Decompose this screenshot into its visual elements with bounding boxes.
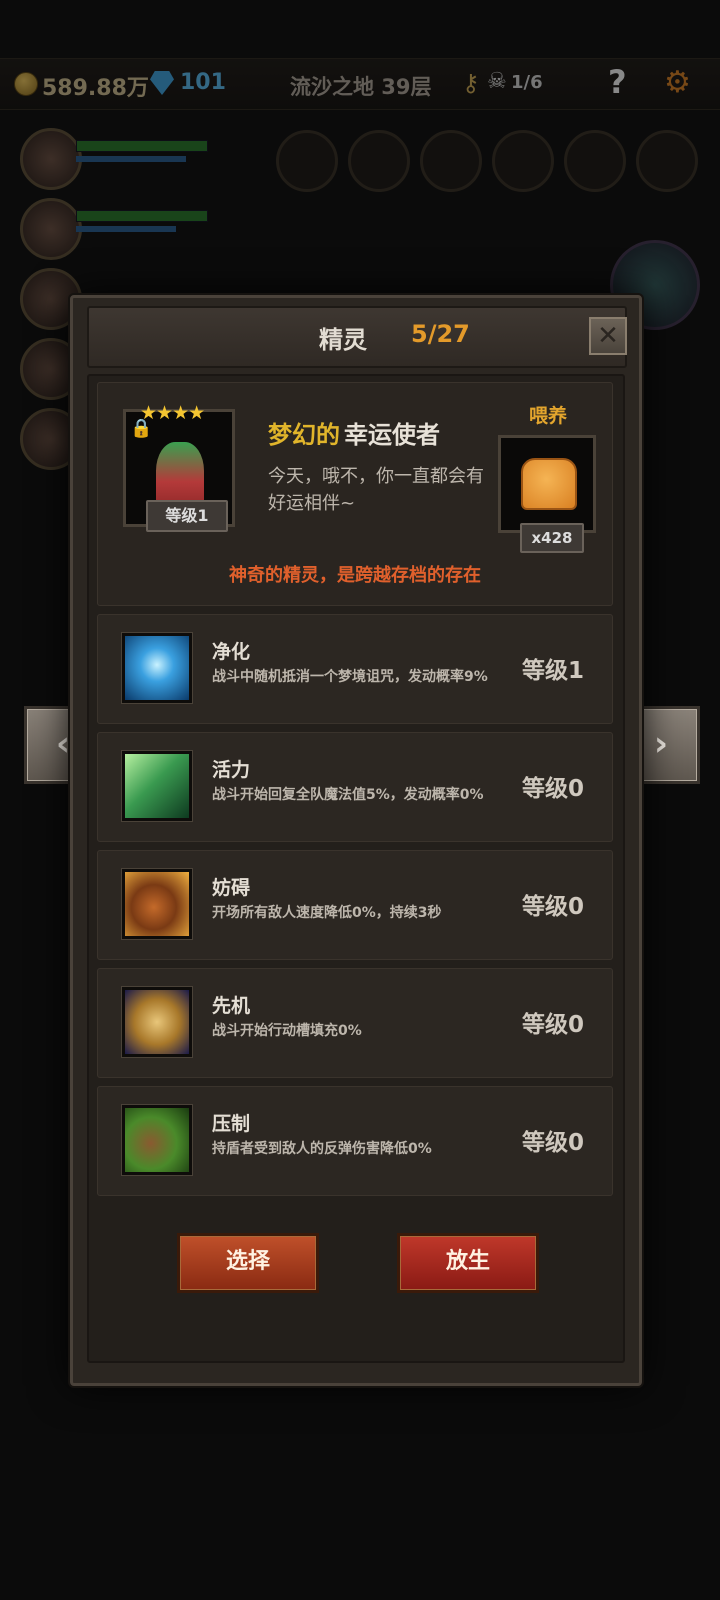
feed-label: 喂养 bbox=[529, 405, 568, 427]
item-slot bbox=[636, 130, 698, 192]
key-icon: ⚷ bbox=[462, 69, 480, 97]
skill-row[interactable]: 妨碍 开场所有敌人速度降低0%，持续3秒 等级0 bbox=[97, 850, 613, 960]
spirit-description: 今天，哦不，你一直都会有好运相伴~ bbox=[268, 466, 484, 514]
skill-row[interactable]: 净化 战斗中随机抵消一个梦境诅咒，发动概率9% 等级1 bbox=[97, 614, 613, 724]
gold-amount: 589.88万 bbox=[42, 76, 149, 101]
skill-level: 等级0 bbox=[522, 1130, 585, 1156]
diamond-icon bbox=[150, 71, 174, 95]
item-slot bbox=[348, 130, 410, 192]
modal-title: 精灵 bbox=[319, 326, 367, 354]
skull-count: 1/6 bbox=[511, 72, 543, 93]
skill-description: 持盾者受到敌人的反弹伤害降低0% bbox=[212, 1141, 432, 1157]
hero-mana-bar bbox=[76, 156, 186, 162]
skill-name: 压制 bbox=[212, 1113, 251, 1135]
gem-amount: 101 bbox=[180, 70, 226, 95]
feed-item-count: x428 bbox=[520, 523, 584, 553]
hero-mana-bar bbox=[76, 226, 176, 232]
help-button[interactable]: ? bbox=[608, 63, 627, 101]
spirit-name-prefix: 梦幻的 bbox=[268, 421, 340, 449]
spirit-name: 幸运使者 bbox=[344, 421, 440, 449]
prayer-icon bbox=[121, 750, 193, 822]
chain-boot-icon bbox=[121, 868, 193, 940]
item-slot bbox=[276, 130, 338, 192]
hero-health-bar bbox=[76, 140, 208, 152]
hero-portrait bbox=[20, 128, 82, 190]
skill-description: 战斗中随机抵消一个梦境诅咒，发动概率9% bbox=[212, 669, 488, 685]
leopard-icon bbox=[121, 986, 193, 1058]
skill-level: 等级0 bbox=[522, 776, 585, 802]
skill-row[interactable]: 活力 战斗开始回复全队魔法值5%，发动概率0% 等级0 bbox=[97, 732, 613, 842]
skill-description: 战斗开始行动槽填充0% bbox=[212, 1023, 362, 1039]
hero-portrait bbox=[20, 198, 82, 260]
floor-label: 流沙之地 39层 bbox=[290, 75, 432, 99]
gold-coin-icon bbox=[14, 72, 38, 96]
select-button[interactable]: 选择 bbox=[177, 1233, 319, 1293]
skill-row[interactable]: 压制 持盾者受到敌人的反弹伤害降低0% 等级0 bbox=[97, 1086, 613, 1196]
item-slot bbox=[420, 130, 482, 192]
spirit-info-card: ★★★★ 🔒 等级1 梦幻的 幸运使者 今天，哦不，你一直都会有好运相伴~ 喂养… bbox=[97, 382, 613, 606]
skill-description: 战斗开始回复全队魔法值5%，发动概率0% bbox=[212, 787, 484, 803]
skill-name: 先机 bbox=[212, 995, 251, 1017]
skill-level: 等级1 bbox=[522, 658, 585, 684]
skill-name: 活力 bbox=[212, 759, 251, 781]
skill-row[interactable]: 先机 战斗开始行动槽填充0% 等级0 bbox=[97, 968, 613, 1078]
skill-description: 开场所有敌人速度降低0%，持续3秒 bbox=[212, 905, 442, 921]
spirit-modal: 精灵 5/27 ✕ ★★★★ 🔒 等级1 梦幻的 幸运使者 今天，哦不，你一直都… bbox=[70, 295, 642, 1386]
gear-icon[interactable]: ⚙ bbox=[664, 65, 691, 100]
spirit-level: 等级1 bbox=[146, 500, 228, 532]
hero-health-bar bbox=[76, 210, 208, 222]
close-button[interactable]: ✕ bbox=[589, 317, 627, 355]
flower-icon bbox=[121, 632, 193, 704]
feed-button[interactable] bbox=[498, 435, 596, 533]
spirit-count: 5/27 bbox=[411, 320, 470, 348]
spirit-tagline: 神奇的精灵，是跨越存档的存在 bbox=[229, 565, 481, 586]
skull-icon: ☠ bbox=[487, 69, 507, 94]
claw-icon bbox=[121, 1104, 193, 1176]
modal-header: 精灵 5/27 ✕ bbox=[87, 306, 627, 368]
skill-name: 净化 bbox=[212, 641, 251, 663]
lock-icon: 🔒 bbox=[130, 418, 153, 439]
top-status-bar: 589.88万 101 流沙之地 39层 ⚷ ☠ 1/6 ? ⚙ bbox=[0, 58, 720, 110]
bread-icon bbox=[521, 458, 577, 510]
item-slot bbox=[564, 130, 626, 192]
skill-name: 妨碍 bbox=[212, 877, 251, 899]
release-button[interactable]: 放生 bbox=[397, 1233, 539, 1293]
skill-level: 等级0 bbox=[522, 1012, 585, 1038]
item-slot bbox=[492, 130, 554, 192]
modal-body: ★★★★ 🔒 等级1 梦幻的 幸运使者 今天，哦不，你一直都会有好运相伴~ 喂养… bbox=[87, 374, 625, 1363]
skill-level: 等级0 bbox=[522, 894, 585, 920]
